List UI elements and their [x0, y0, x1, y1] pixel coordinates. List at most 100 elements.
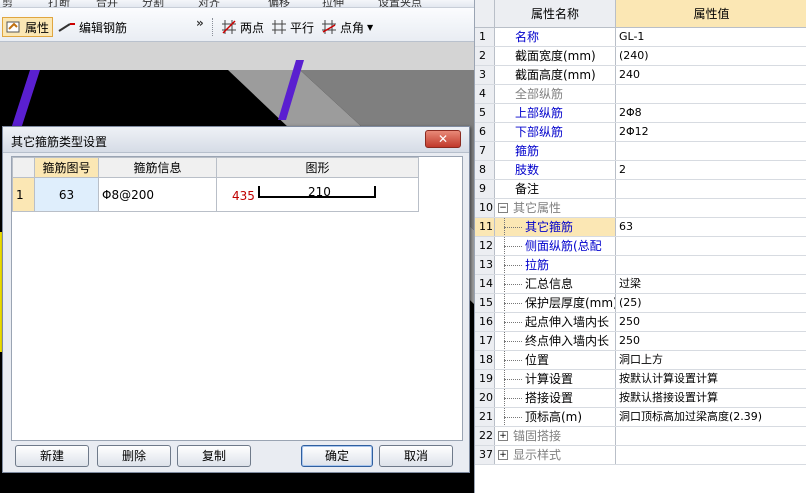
- property-row[interactable]: 21 顶标高(m) 洞口顶标高加过梁高度(2.39): [475, 408, 806, 427]
- property-value-cell[interactable]: GL-1: [616, 28, 806, 46]
- property-value-cell[interactable]: [616, 446, 806, 464]
- property-value-cell[interactable]: 250: [616, 332, 806, 350]
- property-value-cell[interactable]: [616, 85, 806, 103]
- property-row[interactable]: 2 截面宽度(mm) (240): [475, 47, 806, 66]
- property-name-cell[interactable]: 计算设置: [495, 370, 616, 388]
- property-name-cell[interactable]: + 锚固搭接: [495, 427, 616, 445]
- toolbar-item-cut[interactable]: 剪: [2, 0, 13, 7]
- close-button[interactable]: ✕: [425, 130, 461, 148]
- property-value-cell[interactable]: 洞口顶标高加过梁高度(2.39): [616, 408, 806, 426]
- dropdown-arrow-icon[interactable]: ▼: [367, 23, 373, 32]
- property-name-cell[interactable]: 汇总信息: [495, 275, 616, 293]
- property-value-cell[interactable]: [616, 199, 806, 217]
- property-value-cell[interactable]: 63: [616, 218, 806, 236]
- property-name-cell[interactable]: 肢数: [495, 161, 616, 179]
- property-name-cell[interactable]: + 显示样式: [495, 446, 616, 464]
- property-name-cell[interactable]: 拉筋: [495, 256, 616, 274]
- toolbar-item-grip[interactable]: 设置夹点: [378, 0, 422, 7]
- property-row[interactable]: 17 终点伸入墙内长 250: [475, 332, 806, 351]
- toolbar-item-merge[interactable]: 合并: [96, 0, 118, 7]
- dialog-titlebar[interactable]: 其它箍筋类型设置 ✕: [3, 127, 469, 153]
- point-angle-button[interactable]: 点角 ▼: [318, 17, 376, 37]
- property-value-header[interactable]: 属性值: [616, 0, 806, 28]
- stirrup-shape-cell[interactable]: 435 210: [216, 177, 419, 212]
- toolbar-overflow-icon[interactable]: »: [196, 16, 204, 30]
- property-row[interactable]: 12 侧面纵筋(总配: [475, 237, 806, 256]
- property-name-header[interactable]: 属性名称: [495, 0, 616, 28]
- shape-value-label[interactable]: 210: [308, 185, 331, 199]
- expand-icon[interactable]: +: [498, 431, 508, 441]
- property-value-cell[interactable]: [616, 237, 806, 255]
- property-value-cell[interactable]: 按默认计算设置计算: [616, 370, 806, 388]
- cancel-button[interactable]: 取消: [379, 445, 453, 467]
- property-value-cell[interactable]: [616, 142, 806, 160]
- column-header-shape[interactable]: 图形: [216, 157, 419, 178]
- column-header-info[interactable]: 箍筋信息: [98, 157, 217, 178]
- property-row[interactable]: 8 肢数 2: [475, 161, 806, 180]
- property-name-cell[interactable]: 其它箍筋: [495, 218, 616, 236]
- property-row[interactable]: 13 拉筋: [475, 256, 806, 275]
- stirrup-table-area[interactable]: 箍筋图号 箍筋信息 图形 1 63 Φ8@200 435 210: [11, 156, 463, 441]
- property-value-cell[interactable]: 2Φ12: [616, 123, 806, 141]
- property-row[interactable]: 9 备注: [475, 180, 806, 199]
- copy-button[interactable]: 复制: [177, 445, 251, 467]
- table-row[interactable]: 1 63 Φ8@200 435 210: [12, 177, 419, 212]
- property-row[interactable]: 6 下部纵筋 2Φ12: [475, 123, 806, 142]
- property-name-cell[interactable]: 终点伸入墙内长: [495, 332, 616, 350]
- shape-length-label[interactable]: 435: [232, 189, 255, 203]
- property-name-cell[interactable]: 全部纵筋: [495, 85, 616, 103]
- property-value-cell[interactable]: 按默认搭接设置计算: [616, 389, 806, 407]
- parallel-button[interactable]: 平行: [268, 17, 317, 37]
- property-name-cell[interactable]: 箍筋: [495, 142, 616, 160]
- property-row[interactable]: 10− 其它属性: [475, 199, 806, 218]
- property-name-cell[interactable]: 截面高度(mm): [495, 66, 616, 84]
- property-name-cell[interactable]: − 其它属性: [495, 199, 616, 217]
- property-name-cell[interactable]: 上部纵筋: [495, 104, 616, 122]
- property-row[interactable]: 16 起点伸入墙内长 250: [475, 313, 806, 332]
- two-point-button[interactable]: 两点: [218, 17, 267, 37]
- property-name-cell[interactable]: 截面宽度(mm): [495, 47, 616, 65]
- property-name-cell[interactable]: 搭接设置: [495, 389, 616, 407]
- collapse-icon[interactable]: −: [498, 203, 508, 213]
- property-row[interactable]: 7 箍筋: [475, 142, 806, 161]
- property-value-cell[interactable]: (240): [616, 47, 806, 65]
- edit-rebar-button[interactable]: 编辑钢筋: [55, 17, 130, 37]
- property-name-cell[interactable]: 名称: [495, 28, 616, 46]
- property-row[interactable]: 5 上部纵筋 2Φ8: [475, 104, 806, 123]
- property-value-cell[interactable]: [616, 180, 806, 198]
- expand-icon[interactable]: +: [498, 450, 508, 460]
- ok-button[interactable]: 确定: [301, 445, 373, 467]
- property-value-cell[interactable]: [616, 427, 806, 445]
- property-value-cell[interactable]: 2Φ8: [616, 104, 806, 122]
- toolbar-item-offset[interactable]: 偏移: [268, 0, 290, 7]
- property-row[interactable]: 37 + 显示样式: [475, 446, 806, 465]
- property-name-cell[interactable]: 位置: [495, 351, 616, 369]
- property-value-cell[interactable]: 250: [616, 313, 806, 331]
- property-row[interactable]: 18 位置 洞口上方: [475, 351, 806, 370]
- property-row[interactable]: 14 汇总信息 过梁: [475, 275, 806, 294]
- stirrup-info-cell[interactable]: Φ8@200: [98, 177, 217, 212]
- property-button[interactable]: 属性: [2, 17, 54, 37]
- property-row[interactable]: 11 其它箍筋 63: [475, 218, 806, 237]
- property-value-cell[interactable]: 240: [616, 66, 806, 84]
- row-number[interactable]: 1: [12, 177, 35, 212]
- property-value-cell[interactable]: 过梁: [616, 275, 806, 293]
- property-row[interactable]: 22 + 锚固搭接: [475, 427, 806, 446]
- column-header-code[interactable]: 箍筋图号: [34, 157, 99, 178]
- property-value-cell[interactable]: [616, 256, 806, 274]
- property-name-cell[interactable]: 下部纵筋: [495, 123, 616, 141]
- property-row[interactable]: 15 保护层厚度(mm) (25): [475, 294, 806, 313]
- new-button[interactable]: 新建: [15, 445, 89, 467]
- property-row[interactable]: 3 截面高度(mm) 240: [475, 66, 806, 85]
- stirrup-code-cell[interactable]: 63: [34, 177, 99, 212]
- toolbar-item-break[interactable]: 打断: [48, 0, 70, 7]
- property-row[interactable]: 20 搭接设置 按默认搭接设置计算: [475, 389, 806, 408]
- property-row[interactable]: 4 全部纵筋: [475, 85, 806, 104]
- toolbar-item-split[interactable]: 分割: [142, 0, 164, 7]
- delete-button[interactable]: 删除: [97, 445, 171, 467]
- property-name-cell[interactable]: 起点伸入墙内长: [495, 313, 616, 331]
- property-value-cell[interactable]: (25): [616, 294, 806, 312]
- property-value-cell[interactable]: 2: [616, 161, 806, 179]
- property-name-cell[interactable]: 保护层厚度(mm): [495, 294, 616, 312]
- property-row[interactable]: 19 计算设置 按默认计算设置计算: [475, 370, 806, 389]
